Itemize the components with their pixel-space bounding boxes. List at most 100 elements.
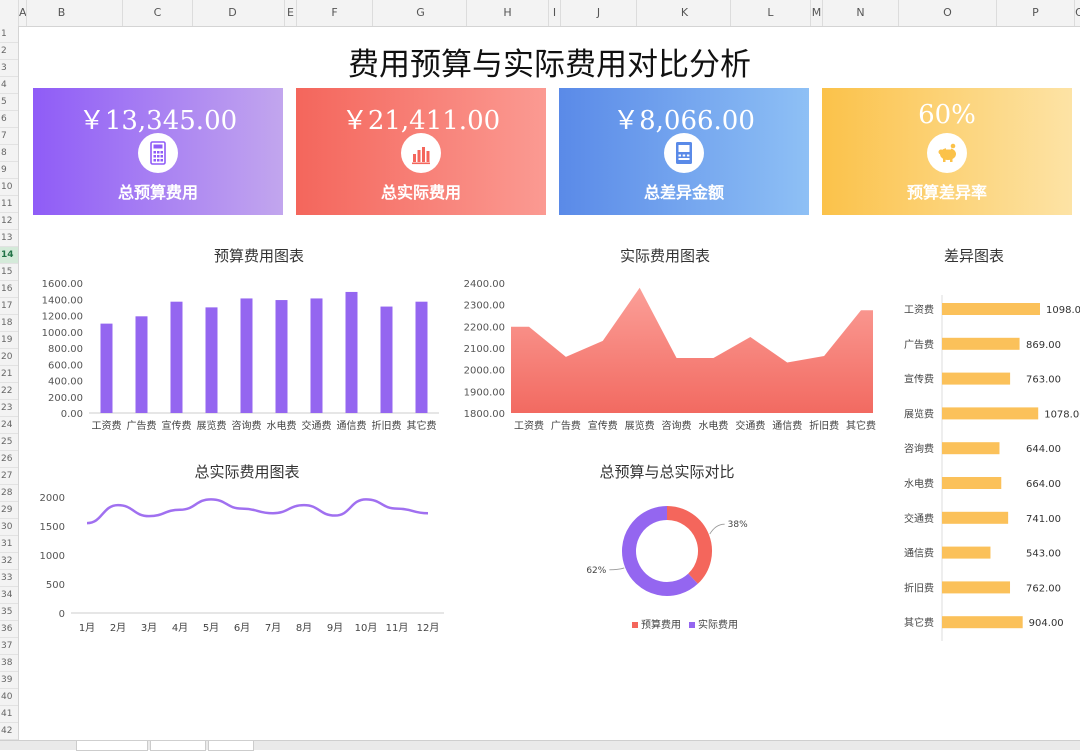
row-header[interactable]: 28 bbox=[0, 485, 18, 502]
kpi-value: 60% bbox=[918, 100, 976, 130]
column-header[interactable]: D bbox=[192, 0, 272, 26]
column-header[interactable]: C bbox=[122, 0, 192, 26]
row-header[interactable]: 32 bbox=[0, 553, 18, 570]
y-tick-label: 500 bbox=[46, 580, 65, 591]
row-header[interactable]: 42 bbox=[0, 723, 18, 740]
row-header[interactable]: 13 bbox=[0, 230, 18, 247]
column-header[interactable]: J bbox=[560, 0, 636, 26]
column-header[interactable]: G bbox=[372, 0, 468, 26]
y-tick-label: 1500 bbox=[40, 522, 65, 533]
row-header[interactable]: 37 bbox=[0, 638, 18, 655]
row-header[interactable]: 1 bbox=[0, 26, 18, 43]
row-header[interactable]: 25 bbox=[0, 434, 18, 451]
row-header[interactable]: 29 bbox=[0, 502, 18, 519]
row-header[interactable]: 8 bbox=[0, 145, 18, 162]
y-tick-label: 1600.00 bbox=[42, 279, 83, 290]
x-tick-label: 9月 bbox=[327, 622, 343, 634]
budget-bar bbox=[240, 298, 253, 413]
row-header[interactable]: 20 bbox=[0, 349, 18, 366]
column-header[interactable]: B bbox=[26, 0, 96, 26]
row-header[interactable]: 7 bbox=[0, 128, 18, 145]
y-tick-label: 0 bbox=[59, 609, 65, 620]
row-header[interactable]: 27 bbox=[0, 468, 18, 485]
row-header[interactable]: 5 bbox=[0, 94, 18, 111]
column-header[interactable]: P bbox=[996, 0, 1074, 26]
column-header[interactable]: N bbox=[822, 0, 898, 26]
data-label: 741.00 bbox=[1026, 514, 1061, 525]
sheet-tab[interactable] bbox=[76, 741, 148, 751]
column-header[interactable]: K bbox=[636, 0, 732, 26]
row-header[interactable]: 3 bbox=[0, 60, 18, 77]
budget-bar bbox=[205, 307, 218, 413]
row-header[interactable]: 26 bbox=[0, 451, 18, 468]
row-header[interactable]: 15 bbox=[0, 264, 18, 281]
x-tick-label: 宣传费 bbox=[162, 419, 192, 432]
row-header[interactable]: 4 bbox=[0, 77, 18, 94]
x-tick-label: 广告费 bbox=[551, 419, 581, 432]
row-header[interactable]: 6 bbox=[0, 111, 18, 128]
column-header[interactable]: F bbox=[296, 0, 372, 26]
row-header[interactable]: 35 bbox=[0, 604, 18, 621]
kpi-card: ￥21,411.00 总实际费用 bbox=[296, 88, 546, 215]
budget-bar bbox=[100, 323, 113, 413]
row-header[interactable]: 10 bbox=[0, 179, 18, 196]
donut-slice bbox=[666, 506, 712, 584]
category-label: 展览费 bbox=[904, 407, 934, 420]
x-tick-label: 5月 bbox=[203, 622, 219, 634]
sheet-tab[interactable] bbox=[208, 741, 254, 751]
x-tick-label: 咨询费 bbox=[662, 419, 692, 432]
x-tick-label: 4月 bbox=[172, 622, 188, 634]
x-tick-label: 交通费 bbox=[302, 419, 332, 432]
data-label: 869.00 bbox=[1026, 340, 1061, 351]
row-header[interactable]: 38 bbox=[0, 655, 18, 672]
row-header[interactable]: 30 bbox=[0, 519, 18, 536]
column-header[interactable]: E bbox=[284, 0, 296, 26]
y-tick-label: 2000 bbox=[40, 493, 65, 504]
column-header[interactable]: L bbox=[730, 0, 810, 26]
legend-swatch bbox=[632, 622, 638, 628]
column-header[interactable]: M bbox=[810, 0, 822, 26]
row-header[interactable]: 41 bbox=[0, 706, 18, 723]
row-header[interactable]: 14 bbox=[0, 247, 18, 264]
column-header[interactable]: O bbox=[898, 0, 996, 26]
row-header[interactable]: 33 bbox=[0, 570, 18, 587]
x-tick-label: 咨询费 bbox=[232, 419, 262, 432]
monthly-line-chart: 0 500 1000 1500 2000 1月 2月 3月 4月 5月 6月 7月 8月 9月 10月 11月… bbox=[40, 493, 444, 634]
x-tick-label: 6月 bbox=[234, 622, 250, 634]
difference-bar bbox=[942, 546, 991, 559]
row-header[interactable]: 24 bbox=[0, 417, 18, 434]
row-header[interactable]: 36 bbox=[0, 621, 18, 638]
y-tick-label: 2400.00 bbox=[464, 279, 505, 290]
row-header[interactable]: 11 bbox=[0, 196, 18, 213]
x-tick-label: 7月 bbox=[265, 622, 281, 634]
data-label: 1078.00 bbox=[1044, 409, 1080, 420]
actual-area-chart: 1800.00 1900.00 2000.00 2100.00 2200.00 2300.… bbox=[464, 279, 876, 432]
row-header[interactable]: 31 bbox=[0, 536, 18, 553]
row-header[interactable]: 40 bbox=[0, 689, 18, 706]
x-tick-label: 8月 bbox=[296, 622, 312, 634]
budget-bar bbox=[415, 301, 428, 413]
row-header[interactable]: 21 bbox=[0, 366, 18, 383]
column-header[interactable]: H bbox=[466, 0, 548, 26]
column-header[interactable]: I bbox=[548, 0, 560, 26]
row-header[interactable]: 18 bbox=[0, 315, 18, 332]
row-header[interactable]: 34 bbox=[0, 587, 18, 604]
data-label: 762.00 bbox=[1026, 583, 1061, 594]
sheet-tab[interactable] bbox=[150, 741, 206, 751]
column-header[interactable]: Q bbox=[1074, 0, 1080, 26]
difference-bar bbox=[942, 616, 1023, 629]
row-header[interactable]: 16 bbox=[0, 281, 18, 298]
x-tick-label: 10月 bbox=[355, 622, 378, 634]
row-header[interactable]: 22 bbox=[0, 383, 18, 400]
row-header[interactable]: 23 bbox=[0, 400, 18, 417]
row-header[interactable]: 39 bbox=[0, 672, 18, 689]
row-header[interactable]: 9 bbox=[0, 162, 18, 179]
row-header[interactable]: 12 bbox=[0, 213, 18, 230]
row-header[interactable]: 17 bbox=[0, 298, 18, 315]
row-header[interactable]: 2 bbox=[0, 43, 18, 60]
row-header[interactable]: 19 bbox=[0, 332, 18, 349]
x-tick-label: 其它费 bbox=[846, 419, 876, 432]
y-tick-label: 1000.00 bbox=[42, 328, 83, 339]
column-header[interactable]: A bbox=[18, 0, 27, 26]
x-tick-label: 广告费 bbox=[127, 419, 157, 432]
